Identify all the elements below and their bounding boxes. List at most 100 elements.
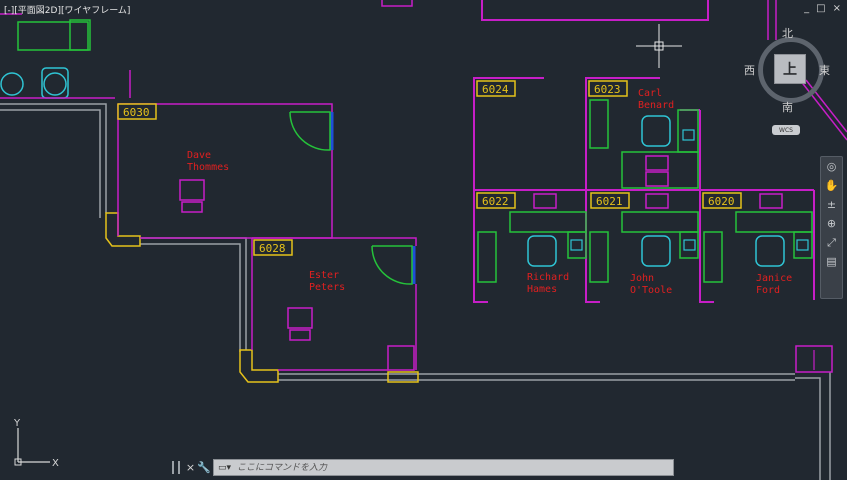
viewport-window-controls: _ □ × [804,3,841,14]
worksurface [735,211,813,233]
wall-segment [17,21,89,51]
svg-text:Dave: Dave [187,150,211,161]
worksurface [621,211,699,233]
command-input-box: ▭▾ [213,459,674,476]
monitor [179,179,205,201]
chair [527,235,557,267]
worksurface [703,231,723,283]
room-tag[interactable]: 6021 [590,192,630,209]
wall-segment [795,377,821,480]
chair [0,72,24,96]
svg-text:Janice: Janice [756,273,792,284]
wall-segment [481,0,709,21]
keyboard [289,329,311,341]
steeringwheel-icon[interactable]: ◎ [821,157,842,176]
wall-segment [381,0,413,7]
occupant-label[interactable]: Janice Ford [756,273,792,296]
room-tag-label: 6028 [259,242,286,255]
chair [641,235,671,267]
wall-segment [0,103,107,213]
crosshair-cursor [636,24,682,68]
occupant-label[interactable]: Ester Peters [309,270,345,293]
room-tag[interactable]: 6020 [702,192,742,209]
close-button[interactable]: × [833,3,841,14]
room-tag-label: 6020 [708,195,735,208]
navigation-bar: ◎ ✋ ± ⊕ ⤢ ▤ [820,156,843,299]
floor-plan-drawing[interactable]: 6030 6028 6024 6023 6022 6021 6020 Dave [0,0,847,480]
worksurface [589,231,609,283]
occupant-label[interactable]: Richard Hames [527,272,569,295]
svg-text:Richard: Richard [527,272,569,283]
worksurface [677,109,699,153]
phone [796,239,809,251]
ucs-icon: Y X [13,418,59,468]
monitor [645,171,669,187]
wall-segment [387,345,415,371]
room-tag[interactable]: 6023 [588,80,628,97]
wrench-icon[interactable]: 🔧 [197,461,211,474]
worksurface [477,231,497,283]
occupant-label[interactable]: John O'Toole [630,273,672,296]
svg-text:Benard: Benard [638,100,674,111]
viewport-controls-label[interactable]: [-][平面図2D][ワイヤフレーム] [4,3,130,16]
wall-segment [140,150,333,239]
compass-north[interactable]: 北 [782,25,793,41]
drawing-viewport[interactable]: 6030 6028 6024 6023 6022 6021 6020 Dave [0,0,847,480]
door-swing [289,111,331,151]
wall-segment [140,243,241,352]
zoom-icon[interactable]: ± [821,195,842,214]
orbit-icon[interactable]: ⊕ [821,214,842,233]
wall-segment [140,237,247,350]
keyboard [181,201,203,213]
monitor [533,193,557,209]
compass-south[interactable]: 南 [782,99,793,115]
showmotion-icon[interactable]: ▤ [821,252,842,271]
room-tag-label: 6030 [123,106,150,119]
room-tag-label: 6021 [596,195,623,208]
command-line-grip[interactable] [172,461,180,474]
room-tag-label: 6023 [594,83,621,96]
compass-east[interactable]: 東 [819,62,830,78]
close-icon[interactable]: × [184,461,197,474]
minimize-button[interactable]: _ [804,3,809,14]
wall-segment [0,109,101,218]
room-tag[interactable]: 6024 [476,80,516,97]
svg-text:O'Toole: O'Toole [630,285,672,296]
chair [641,115,671,147]
phone [682,129,695,141]
worksurface [589,99,609,149]
chair [43,72,67,96]
column [105,212,141,247]
command-line: × 🔧 ▭▾ [172,459,674,476]
svg-text:Carl: Carl [638,88,662,99]
ucs-x-label: X [52,458,59,468]
viewcube[interactable]: 上 北 南 西 東 WCS [744,25,836,135]
occupant-label[interactable]: Dave Thommes [187,150,229,173]
svg-text:Ford: Ford [756,285,780,296]
monitor [645,155,669,171]
room-tag[interactable]: 6030 [117,103,157,120]
room-tag[interactable]: 6028 [253,239,293,256]
svg-text:Peters: Peters [309,282,345,293]
room-tag-label: 6022 [482,195,509,208]
recent-commands-icon[interactable]: ▭▾ [218,463,231,473]
viewcube-top-face[interactable]: 上 [774,54,806,84]
monitor [287,307,313,329]
svg-text:Ester: Ester [309,270,339,281]
room-tag-label: 6024 [482,83,509,96]
door-swing [371,245,413,285]
compass-west[interactable]: 西 [744,62,755,78]
phone [570,239,583,251]
occupant-label[interactable]: Carl Benard [638,88,674,111]
column [239,349,279,383]
wcs-menu-button[interactable]: WCS [772,125,800,135]
restore-button[interactable]: □ [816,3,825,14]
monitor [645,193,669,209]
svg-text:John: John [630,273,654,284]
zoom-extents-icon[interactable]: ⤢ [821,233,842,252]
command-input[interactable] [237,462,673,473]
pan-icon[interactable]: ✋ [821,176,842,195]
monitor [759,193,783,209]
room-tag[interactable]: 6022 [476,192,516,209]
chair [755,235,785,267]
